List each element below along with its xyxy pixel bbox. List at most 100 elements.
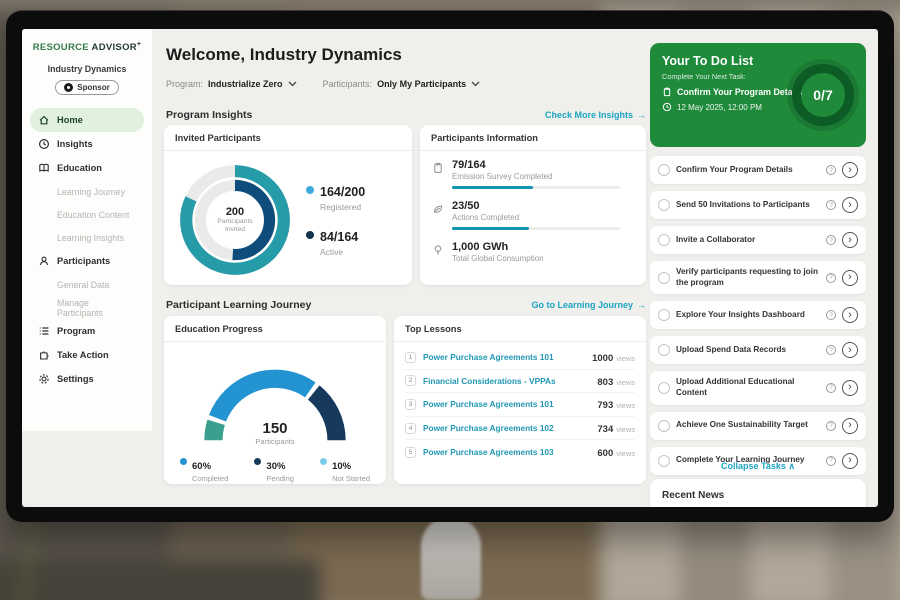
lesson-rank: 1 <box>405 352 416 363</box>
sidebar-item-settings[interactable]: Settings <box>30 367 144 391</box>
task-checkbox[interactable] <box>658 272 670 284</box>
info-icon[interactable]: ? <box>826 200 836 210</box>
chevron-right-button[interactable]: › <box>842 232 858 248</box>
chevron-right-button[interactable]: › <box>842 380 858 396</box>
info-icon[interactable]: ? <box>826 235 836 245</box>
sidebar: RESOURCE ADVISOR+ Industry Dynamics Spon… <box>22 29 152 431</box>
monitor-bezel: RESOURCE ADVISOR+ Industry Dynamics Spon… <box>6 10 894 522</box>
lesson-row: 3 Power Purchase Agreements 101 793views <box>405 393 635 417</box>
lesson-link[interactable]: Power Purchase Agreements 103 <box>423 447 590 457</box>
task-checkbox[interactable] <box>658 199 670 211</box>
lesson-views: 803 <box>597 377 613 388</box>
program-filter[interactable]: Program: Industrialize Zero <box>166 79 297 89</box>
active-label: Active <box>320 247 358 257</box>
check-more-insights-link[interactable]: Check More Insights → <box>545 110 646 120</box>
legend-registered: 164/200 Registered <box>306 183 365 212</box>
task-checkbox[interactable] <box>658 382 670 394</box>
sidebar-item-label: Settings <box>57 374 94 384</box>
task-checkbox[interactable] <box>658 234 670 246</box>
lesson-link[interactable]: Power Purchase Agreements 101 <box>423 352 585 362</box>
todo-progress-value: 0/7 <box>813 87 832 103</box>
collapse-label: Collapse Tasks <box>721 461 786 471</box>
sidebar-item-manage-participants[interactable]: Manage Participants <box>30 296 144 319</box>
info-icon[interactable]: ? <box>826 345 836 355</box>
sidebar-item-participants[interactable]: Participants <box>30 249 144 273</box>
task-checkbox[interactable] <box>658 420 670 432</box>
legend-active: 84/164 Active <box>306 228 365 257</box>
info-icon[interactable]: ? <box>826 310 836 320</box>
gauge-center-value: 150 <box>177 420 373 437</box>
sidebar-item-label: Education <box>57 163 102 173</box>
sidebar-item-learning-journey[interactable]: Learning Journey <box>30 180 144 203</box>
chevron-right-button[interactable]: › <box>842 342 858 358</box>
legend-not-started: 10% Not Started <box>320 456 370 483</box>
clock-icon <box>662 102 672 112</box>
chevron-right-button[interactable]: › <box>842 418 858 434</box>
education-progress-card: Education Progress 150 Participants <box>164 316 386 484</box>
sidebar-item-learning-insights[interactable]: Learning Insights <box>30 226 144 249</box>
todo-next-task-label: Confirm Your Program Details <box>677 87 802 97</box>
completed-dot-icon <box>180 458 187 465</box>
lesson-link[interactable]: Power Purchase Agreements 101 <box>423 399 590 409</box>
lesson-row: 5 Power Purchase Agreements 103 600views <box>405 440 635 464</box>
sidebar-item-education[interactable]: Education <box>30 156 144 180</box>
link-label: Go to Learning Journey <box>531 300 633 310</box>
sponsor-icon <box>64 83 73 92</box>
settings-icon <box>38 373 50 385</box>
sidebar-item-education-content[interactable]: Education Content <box>30 203 144 226</box>
lesson-link[interactable]: Financial Considerations - VPPAs <box>423 376 590 386</box>
task-checkbox[interactable] <box>658 164 670 176</box>
views-suffix: views <box>616 354 635 363</box>
info-icon[interactable]: ? <box>826 165 836 175</box>
stat-label: Total Global Consumption <box>452 254 544 263</box>
sidebar-item-label: Home <box>57 115 83 125</box>
invited-participants-card: Invited Participants <box>164 125 412 285</box>
recent-news-card: Recent News <box>650 479 866 507</box>
go-to-learning-journey-link[interactable]: Go to Learning Journey → <box>531 300 646 310</box>
dashboard-screen: RESOURCE ADVISOR+ Industry Dynamics Spon… <box>22 29 878 507</box>
main-content: Welcome, Industry Dynamics Program: Indu… <box>162 29 646 507</box>
views-suffix: views <box>616 449 635 458</box>
task-checkbox[interactable] <box>658 344 670 356</box>
lesson-rank: 5 <box>405 447 416 458</box>
sidebar-item-label: Learning Journey <box>57 187 125 197</box>
sidebar-item-home[interactable]: Home <box>30 108 144 132</box>
participants-filter[interactable]: Participants: Only My Participants <box>323 79 481 89</box>
task-upload-educational-content[interactable]: Upload Additional Educational Content ? … <box>650 371 866 404</box>
lesson-link[interactable]: Power Purchase Agreements 102 <box>423 423 590 433</box>
photo-of-monitor: RESOURCE ADVISOR+ Industry Dynamics Spon… <box>0 0 900 600</box>
info-icon[interactable]: ? <box>826 383 836 393</box>
sidebar-item-take-action[interactable]: Take Action <box>30 343 144 367</box>
task-checkbox[interactable] <box>658 309 670 321</box>
sidebar-item-insights[interactable]: Insights <box>30 132 144 156</box>
sidebar-nav: Home Insights Education Learning Journey <box>30 108 144 391</box>
info-icon[interactable]: ? <box>826 273 836 283</box>
task-label: Explore Your Insights Dashboard <box>676 310 820 321</box>
pending-label: Pending <box>266 474 294 483</box>
task-upload-spend-data[interactable]: Upload Spend Data Records ? › <box>650 336 866 364</box>
home-icon <box>38 114 50 126</box>
sidebar-item-program[interactable]: Program <box>30 319 144 343</box>
task-send-invitations[interactable]: Send 50 Invitations to Participants ? › <box>650 191 866 219</box>
active-value: 84/164 <box>320 230 358 244</box>
chevron-right-button[interactable]: › <box>842 162 858 178</box>
task-achieve-sustainability-target[interactable]: Achieve One Sustainability Target ? › <box>650 412 866 440</box>
task-invite-collaborator[interactable]: Invite a Collaborator ? › <box>650 226 866 254</box>
collapse-tasks-link[interactable]: Collapse Tasks ∧ <box>650 461 866 472</box>
task-confirm-program-details[interactable]: Confirm Your Program Details ? › <box>650 156 866 184</box>
todo-header-card: Your To Do List Complete Your Next Task:… <box>650 43 866 147</box>
gauge-completed-arc <box>218 379 311 419</box>
sidebar-item-general-data[interactable]: General Data <box>30 273 144 296</box>
lesson-rank: 2 <box>405 375 416 386</box>
donut-center-label: Participants Invited <box>209 218 261 235</box>
logo-advisor: ADVISOR <box>92 42 137 53</box>
task-explore-insights[interactable]: Explore Your Insights Dashboard ? › <box>650 301 866 329</box>
registered-dot-icon <box>306 186 314 194</box>
chevron-right-button[interactable]: › <box>842 197 858 213</box>
info-icon[interactable]: ? <box>826 421 836 431</box>
chevron-right-button[interactable]: › <box>842 270 858 286</box>
sponsor-badge[interactable]: Sponsor <box>55 80 118 95</box>
stat-label: Emission Survey Completed <box>452 172 620 181</box>
task-verify-participants[interactable]: Verify participants requesting to join t… <box>650 261 866 294</box>
chevron-right-button[interactable]: › <box>842 307 858 323</box>
